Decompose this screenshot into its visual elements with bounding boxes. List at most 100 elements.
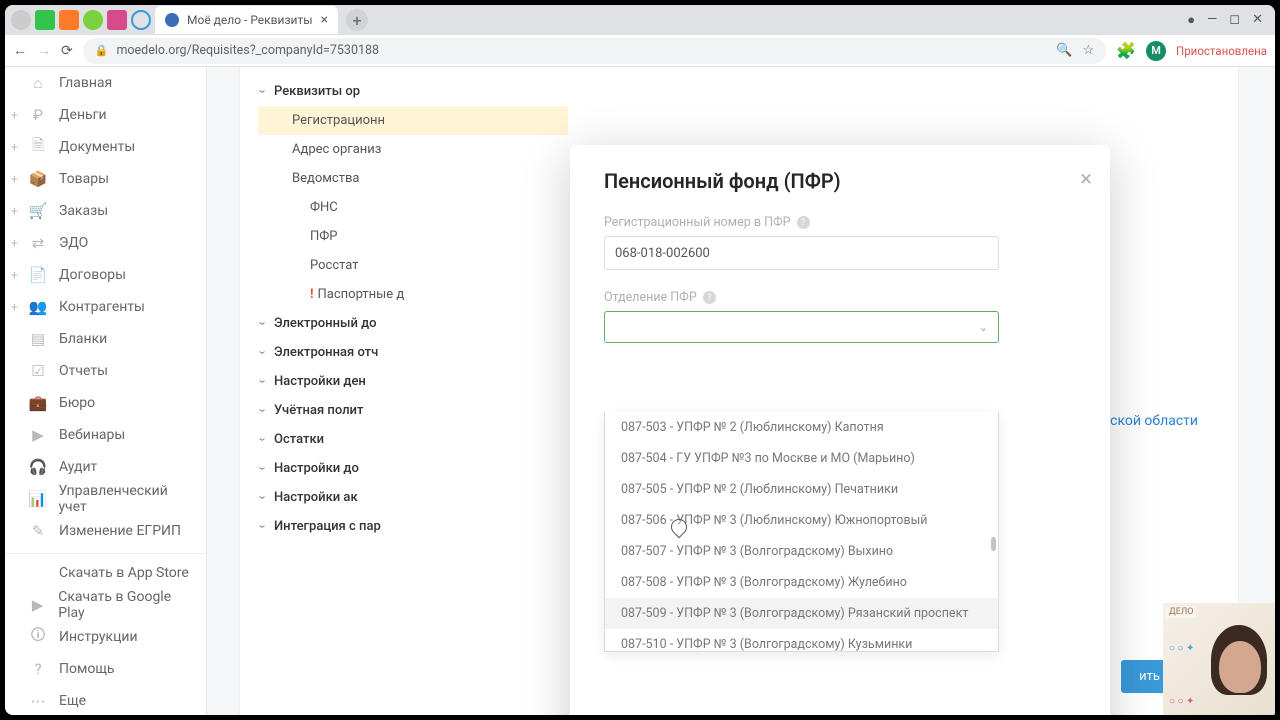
scrollbar-thumb[interactable] [991,537,996,551]
nav-icon: 👥 [27,298,49,316]
minimize-icon[interactable]: — [1207,12,1217,28]
sidebar-item[interactable]: 💼Бюро [5,387,206,419]
nav-label: Отчеты [59,363,108,379]
nav-label: Договоры [59,267,126,283]
sidebar-item[interactable]: + 🛒 Заказы [5,195,206,227]
plus-icon[interactable]: + [11,140,18,154]
plus-icon[interactable]: + [11,268,18,282]
sidebar-item[interactable]: +👥Контрагенты [5,291,206,323]
field-label: Регистрационный номер в ПФР? [604,215,1076,230]
branch-dropdown: 087-503 - УПФР № 2 (Люблинскому) Капотня… [604,412,999,652]
profile-avatar[interactable]: М [1146,41,1166,61]
field-label: Отделение ПФР? [604,290,1076,305]
sidebar-item[interactable]: +⇄ЭДО [5,227,206,259]
nav-label: Скачать в App Store [59,565,189,581]
plus-icon[interactable]: + [11,108,18,122]
browser-tabs: Моё дело - Реквизиты × + ● — ◻ ✕ [5,5,1275,35]
dropdown-option[interactable]: 087-504 - ГУ УПФР №3 по Москве и МО (Мар… [605,443,998,474]
dropdown-option[interactable]: 087-505 - УПФР № 2 (Люблинскому) Печатни… [605,474,998,505]
nav-icon [27,564,49,582]
pfr-modal: Пенсионный фонд (ПФР) × Регистрационный … [570,145,1110,715]
sidebar-item[interactable]: ▶Вебинары [5,419,206,451]
nav-label: Еще [59,693,86,709]
sidebar-item[interactable]: ⋯ Еще [5,685,206,715]
close-tab-icon[interactable]: × [321,12,328,28]
dropdown-option[interactable]: 087-509 - УПФР № 3 (Волгоградскому) Ряза… [605,598,998,629]
forward-icon[interactable]: → [37,42,51,59]
nav-icon: ▶ [27,596,48,614]
nav-icon: 📊 [27,490,48,508]
dropdown-option[interactable]: 087-510 - УПФР № 3 (Волгоградскому) Кузь… [605,629,998,652]
star-icon[interactable]: ☆ [1082,43,1094,58]
help-icon[interactable]: ? [703,291,716,304]
url-text: moedelo.org/Requisites?_companyId=753018… [116,43,379,58]
nav-label: Бланки [59,331,107,347]
sidebar-item[interactable]: ▶Скачать в Google Play [5,589,206,621]
reload-icon[interactable]: ⟳ [61,43,73,59]
url-input[interactable]: 🔒 moedelo.org/Requisites?_companyId=7530… [83,38,1106,64]
dropdown-option[interactable]: 087-506 - УПФР № 3 (Люблинскому) Южнопор… [605,505,998,536]
back-icon[interactable]: ← [13,42,27,59]
plus-icon[interactable]: + [11,236,18,250]
nav-label: Инструкции [59,629,138,645]
nav-label: Бюро [59,395,95,411]
dropdown-option[interactable]: 087-507 - УПФР № 3 (Волгоградскому) Выхи… [605,536,998,567]
close-window-icon[interactable]: ✕ [1252,12,1263,28]
nav-icon: ⇄ [27,234,49,252]
nav-label: Главная [59,75,112,91]
plus-icon[interactable]: + [11,300,18,314]
nav-icon: 📄 [27,266,49,284]
close-icon[interactable]: × [1080,167,1092,192]
sidebar-item[interactable]: 📊Управленческий учет [5,483,206,515]
fav-icon[interactable] [131,10,151,30]
maximize-icon[interactable]: ◻ [1229,12,1240,28]
nav-icon: 🎧 [27,458,49,476]
zoom-icon[interactable]: 🔍 [1056,43,1072,58]
branch-select[interactable]: ⌄ [604,311,999,343]
dropdown-option[interactable]: 087-503 - УПФР № 2 (Люблинскому) Капотня [605,412,998,443]
nav-icon: 📦 [27,170,49,188]
extension-icon[interactable]: 🧩 [1116,41,1136,60]
sidebar-item[interactable]: + 📦 Товары [5,163,206,195]
sidebar-item[interactable]: +🗎Документы [5,131,206,163]
plus-icon[interactable]: + [11,204,18,218]
tab-favicon [165,13,179,27]
fav-icon[interactable] [35,10,55,30]
plus-icon[interactable]: + [11,172,18,186]
nav-icon: ⌂ [27,74,49,92]
sidebar-item[interactable]: ⌂ Главная [5,67,206,99]
help-icon[interactable]: ? [797,216,810,229]
record-icon[interactable]: ● [1187,12,1195,28]
left-sidebar: ⌂Главная+₽Деньги+🗎Документы+📦Товары+🛒Зак… [5,67,207,715]
nav-label: Товары [59,171,109,187]
nav-label: Документы [59,139,135,155]
sidebar-item[interactable]: ✎Изменение ЕГРИП [5,515,206,547]
nav-icon: 🛒 [27,202,49,220]
fav-icon[interactable] [107,10,127,30]
nav-icon: ₽ [27,106,49,124]
webcam-label: ДЕЛО [1166,606,1196,618]
chevron-down-icon: ⌄ [979,321,988,334]
browser-tab[interactable]: Моё дело - Реквизиты × [155,6,338,34]
sidebar-item[interactable]: ▤ Бланки [5,323,206,355]
nav-icon: ☑ [27,362,49,380]
fav-icon[interactable] [83,10,103,30]
address-bar: ← → ⟳ 🔒 moedelo.org/Requisites?_companyI… [5,35,1275,67]
profile-status: Приостановлена [1176,44,1267,58]
fav-icon[interactable] [11,10,31,30]
sidebar-item[interactable]: +₽Деньги [5,99,206,131]
nav-icon: ⋯ [27,692,49,710]
nav-icon: ▶ [27,426,49,444]
sidebar-item[interactable]: ?Помощь [5,653,206,685]
new-tab-button[interactable]: + [346,9,368,31]
nav-label: Заказы [59,203,108,219]
fav-icon[interactable] [59,10,79,30]
sidebar-item[interactable]: ☑ Отчеты [5,355,206,387]
sidebar-item[interactable]: 🛈Инструкции [5,621,206,653]
sidebar-item[interactable]: 🎧Аудит [5,451,206,483]
reg-number-input[interactable] [604,236,999,270]
sidebar-item[interactable]: Скачать в App Store [5,557,206,589]
sidebar-item[interactable]: + 📄 Договоры [5,259,206,291]
dropdown-option[interactable]: 087-508 - УПФР № 3 (Волгоградскому) Жуле… [605,567,998,598]
nav-icon: ▤ [27,330,49,348]
